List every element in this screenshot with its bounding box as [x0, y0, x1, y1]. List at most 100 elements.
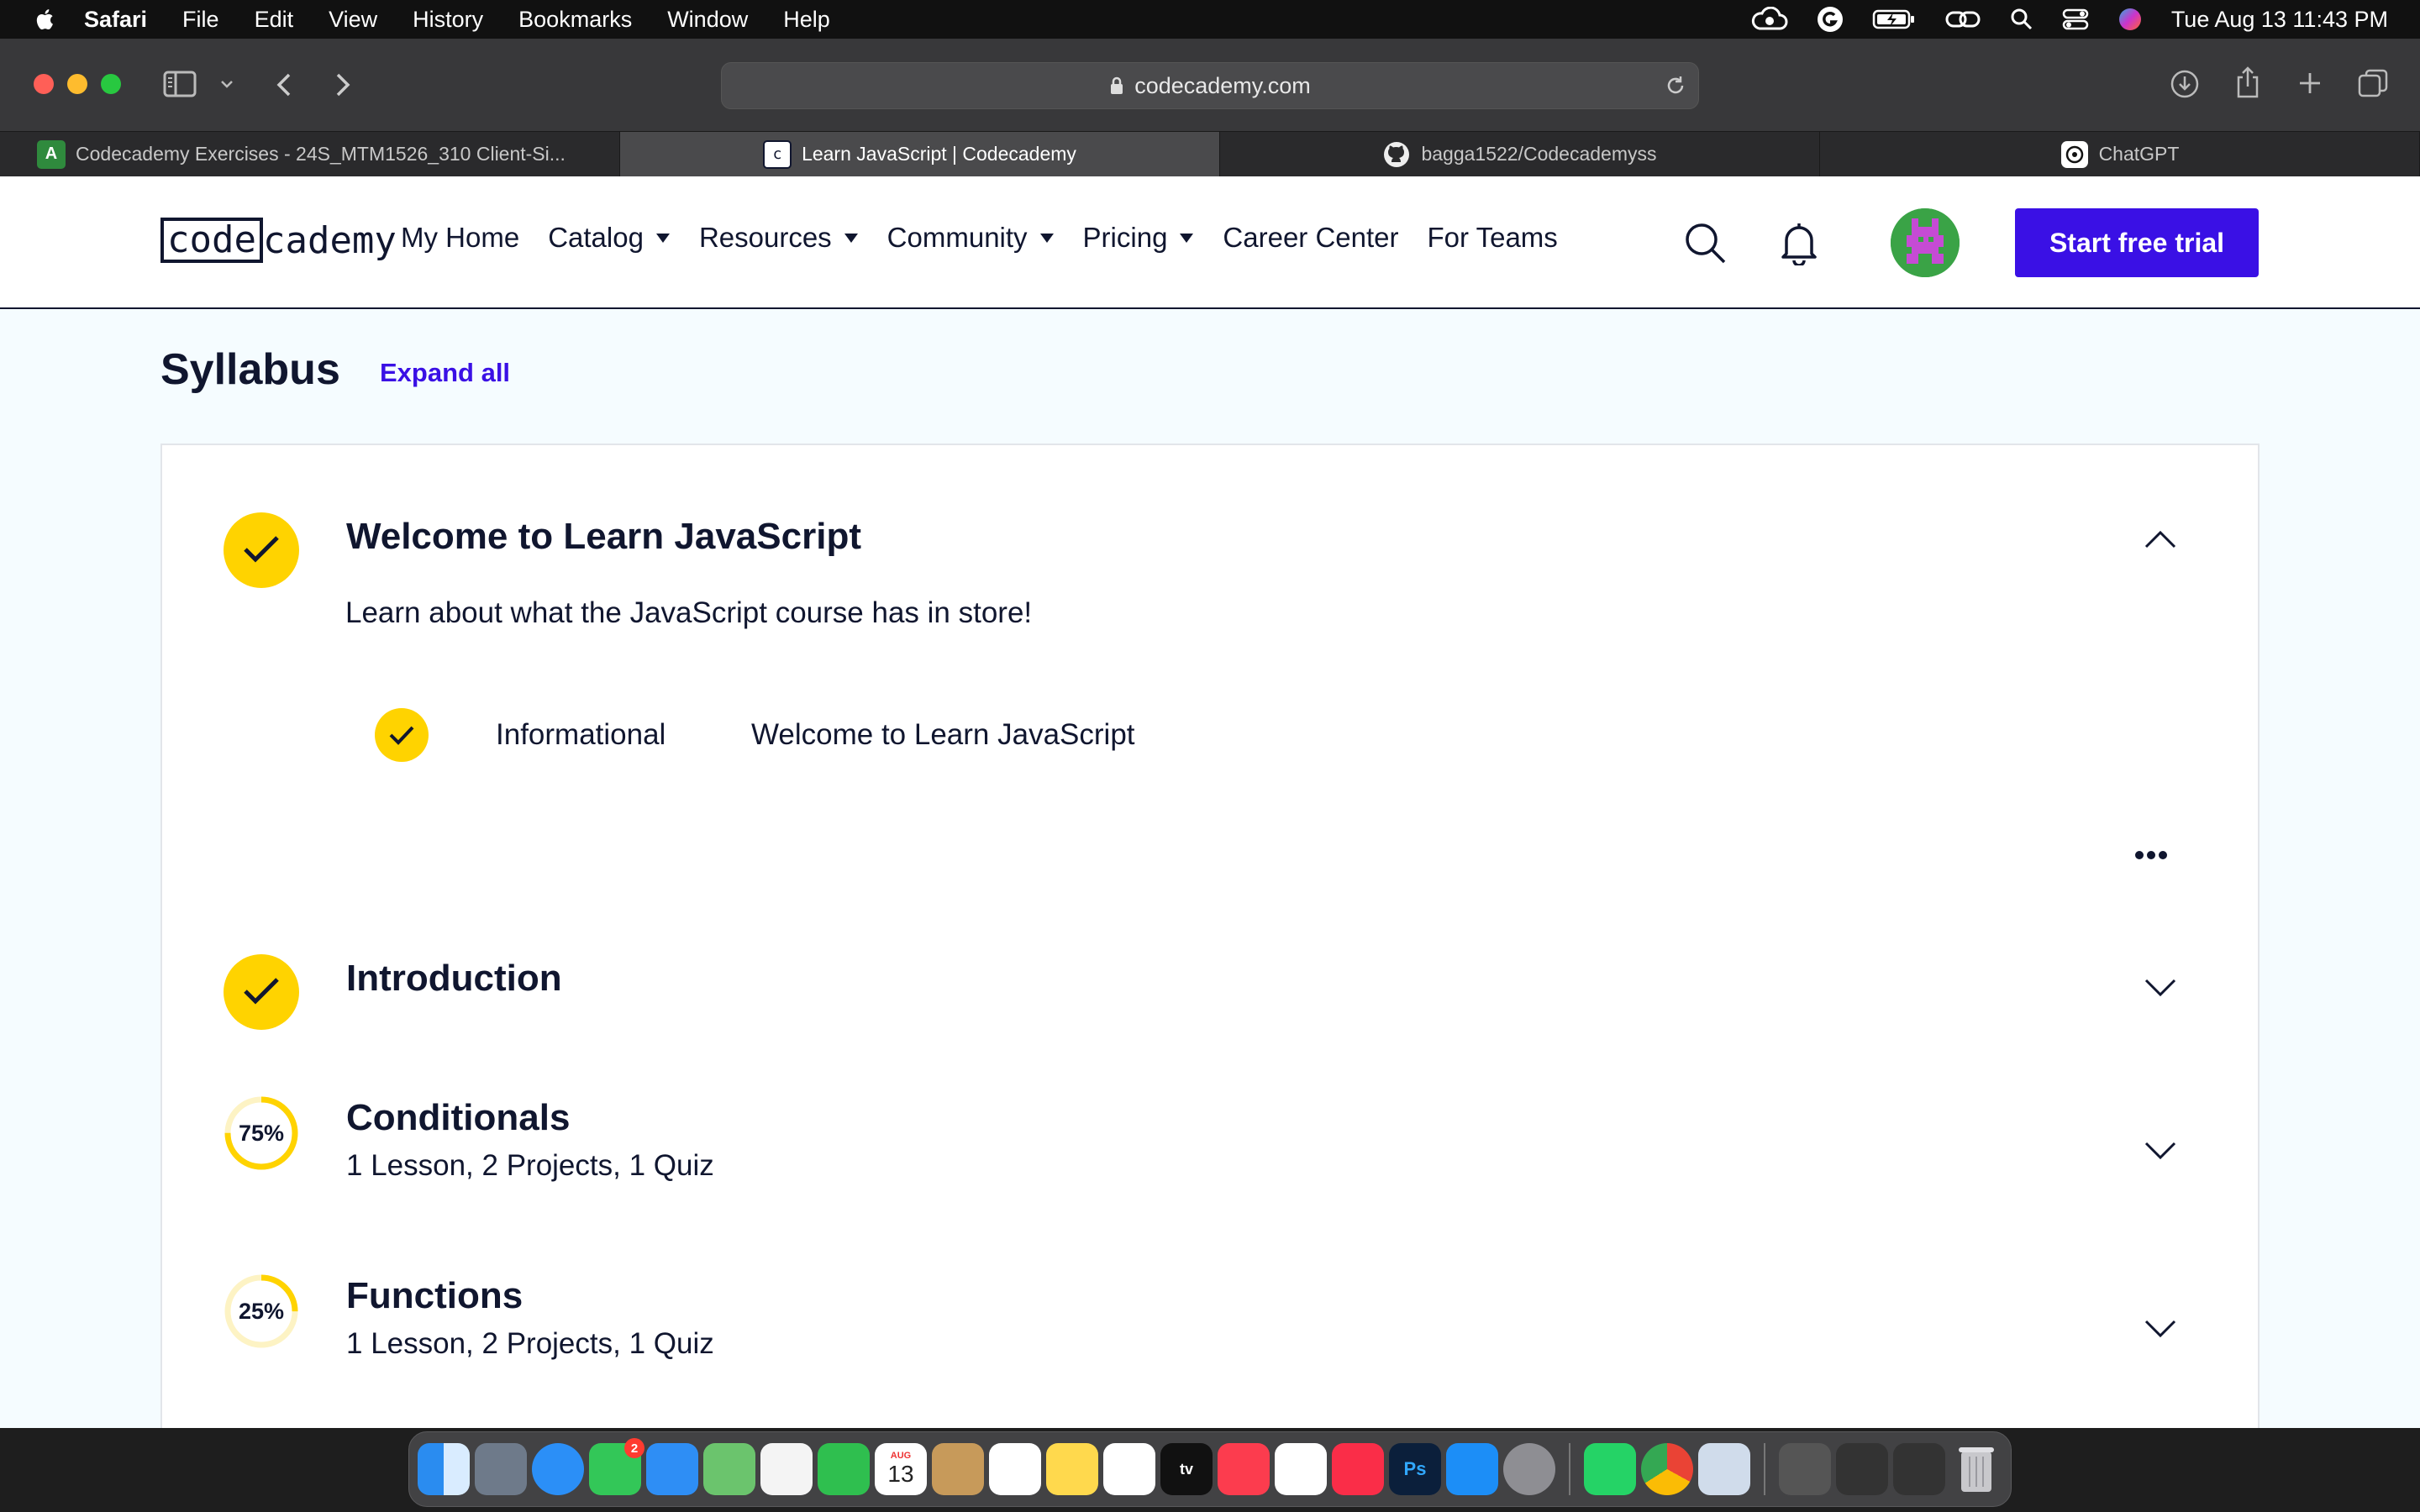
trash-icon[interactable] — [1950, 1443, 2002, 1495]
forward-arrow-icon[interactable] — [333, 72, 353, 97]
contacts-icon[interactable] — [932, 1443, 984, 1495]
app-store-icon[interactable] — [1446, 1443, 1498, 1495]
menu-bar-clock[interactable]: Tue Aug 13 11:43 PM — [2171, 7, 2388, 33]
menu-edit[interactable]: Edit — [255, 7, 294, 33]
reload-icon[interactable] — [1665, 75, 1686, 97]
tab-learn-javascript[interactable]: c Learn JavaScript | Codecademy — [620, 132, 1220, 176]
freeform-icon[interactable] — [1103, 1443, 1155, 1495]
menu-bar-status-area: Tue Aug 13 11:43 PM — [1751, 0, 2388, 39]
system-settings-icon[interactable] — [1503, 1443, 1555, 1495]
more-options-icon[interactable] — [2134, 850, 2168, 860]
syllabus-card: Welcome to Learn JavaScript Learn about … — [160, 444, 2260, 1428]
nav-community[interactable]: Community — [887, 222, 1055, 254]
share-icon[interactable] — [2235, 66, 2260, 99]
maps-icon[interactable] — [703, 1443, 755, 1495]
whatsapp-icon[interactable] — [1584, 1443, 1636, 1495]
tab-codecademy-exercises[interactable]: A Codecademy Exercises - 24S_MTM1526_310… — [0, 132, 620, 176]
battery-icon[interactable] — [1872, 8, 1916, 30]
reminders-icon[interactable] — [989, 1443, 1041, 1495]
news-icon[interactable] — [1332, 1443, 1384, 1495]
facetime-icon[interactable] — [818, 1443, 870, 1495]
menu-window[interactable]: Window — [667, 7, 748, 33]
window-zoom-button[interactable] — [101, 74, 121, 94]
chrome-icon[interactable] — [1641, 1443, 1693, 1495]
nav-catalog[interactable]: Catalog — [548, 222, 671, 254]
cloud-sync-icon[interactable] — [1751, 7, 1788, 32]
menu-history[interactable]: History — [413, 7, 483, 33]
module-title[interactable]: Welcome to Learn JavaScript — [346, 516, 861, 558]
pixel-avatar-icon — [1891, 208, 1960, 277]
spotlight-search-icon[interactable] — [2010, 8, 2033, 31]
grammarly-icon[interactable] — [1817, 6, 1844, 33]
caret-down-icon — [844, 234, 858, 243]
tab-github[interactable]: bagga1522/Codecademyss — [1220, 132, 1820, 176]
dock-separator — [1764, 1443, 1765, 1495]
safari-icon[interactable] — [532, 1443, 584, 1495]
menu-app-name[interactable]: Safari — [84, 7, 147, 33]
codecademy-logo[interactable]: code cademy — [160, 217, 397, 264]
site-header: code cademy My Home Catalog Resources Com… — [0, 176, 2420, 309]
preview-icon[interactable] — [1698, 1443, 1750, 1495]
apple-menu-icon[interactable] — [35, 8, 54, 30]
tab-overview-icon[interactable] — [2358, 69, 2388, 97]
module-title[interactable]: Introduction — [346, 958, 562, 1000]
nav-label: Community — [886, 222, 1028, 253]
downloads-icon[interactable] — [2170, 69, 2200, 99]
nav-resources[interactable]: Resources — [699, 222, 859, 254]
messages-icon[interactable]: 2 — [589, 1438, 644, 1495]
mail-icon[interactable] — [646, 1443, 698, 1495]
nav-my-home[interactable]: My Home — [401, 222, 519, 254]
chevron-down-icon[interactable] — [2144, 1319, 2177, 1339]
codecademy-exercises-icon: A — [37, 139, 66, 169]
lesson-link[interactable]: Welcome to Learn JavaScript — [751, 718, 1135, 752]
nav-for-teams[interactable]: For Teams — [1428, 222, 1558, 254]
menu-file[interactable]: File — [182, 7, 219, 33]
module-title[interactable]: Conditionals — [346, 1097, 570, 1139]
launchpad-icon[interactable] — [475, 1443, 527, 1495]
nav-label: Pricing — [1082, 222, 1168, 253]
link-chain-icon[interactable] — [1944, 8, 1981, 31]
back-arrow-icon[interactable] — [274, 72, 294, 97]
progress-percent: 75% — [238, 1120, 285, 1146]
chevron-down-icon[interactable] — [2144, 978, 2177, 998]
siri-icon[interactable] — [2118, 7, 2143, 32]
window-close-button[interactable] — [34, 74, 54, 94]
finder-icon[interactable] — [418, 1443, 470, 1495]
nav-career-center[interactable]: Career Center — [1223, 222, 1398, 254]
address-bar[interactable]: codecademy.com — [721, 62, 1699, 109]
minimized-window-icon[interactable] — [1836, 1443, 1888, 1495]
nav-label: My Home — [401, 222, 520, 253]
expand-all-button[interactable]: Expand all — [380, 358, 510, 388]
module-progress-ring: 25% — [224, 1273, 299, 1349]
control-center-icon[interactable] — [2062, 8, 2089, 31]
chevron-down-icon[interactable] — [220, 79, 234, 89]
search-icon[interactable] — [1684, 222, 1728, 265]
menu-view[interactable]: View — [329, 7, 377, 33]
module-title[interactable]: Functions — [346, 1275, 523, 1317]
notes-icon[interactable] — [1046, 1443, 1098, 1495]
apple-tv-icon[interactable]: tv — [1160, 1443, 1213, 1495]
nav-label: Resources — [698, 222, 832, 253]
calendar-icon[interactable]: AUG 13 — [875, 1443, 927, 1495]
chevron-up-icon[interactable] — [2144, 529, 2177, 549]
github-icon — [1384, 141, 1410, 167]
notification-bell-icon[interactable] — [1780, 220, 1818, 265]
minimized-window-icon[interactable] — [1893, 1443, 1945, 1495]
chevron-down-icon[interactable] — [2144, 1141, 2177, 1161]
sidebar-toggle-icon[interactable] — [163, 71, 197, 97]
tab-chatgpt[interactable]: ChatGPT — [1820, 132, 2420, 176]
start-free-trial-button[interactable]: Start free trial — [2015, 208, 2259, 277]
document-stack-icon[interactable] — [1779, 1443, 1831, 1495]
caret-down-icon — [1039, 234, 1054, 243]
photos-icon[interactable] — [760, 1443, 813, 1495]
window-minimize-button[interactable] — [67, 74, 87, 94]
new-tab-plus-icon[interactable] — [2297, 71, 2323, 96]
chatgpt-icon — [2060, 140, 2088, 168]
user-avatar[interactable] — [1891, 208, 1960, 277]
menu-bookmarks[interactable]: Bookmarks — [518, 7, 632, 33]
photoshop-icon[interactable]: Ps — [1389, 1443, 1441, 1495]
vscode-icon[interactable] — [1275, 1443, 1327, 1495]
nav-pricing[interactable]: Pricing — [1083, 222, 1195, 254]
menu-help[interactable]: Help — [783, 7, 830, 33]
music-icon[interactable] — [1218, 1443, 1270, 1495]
